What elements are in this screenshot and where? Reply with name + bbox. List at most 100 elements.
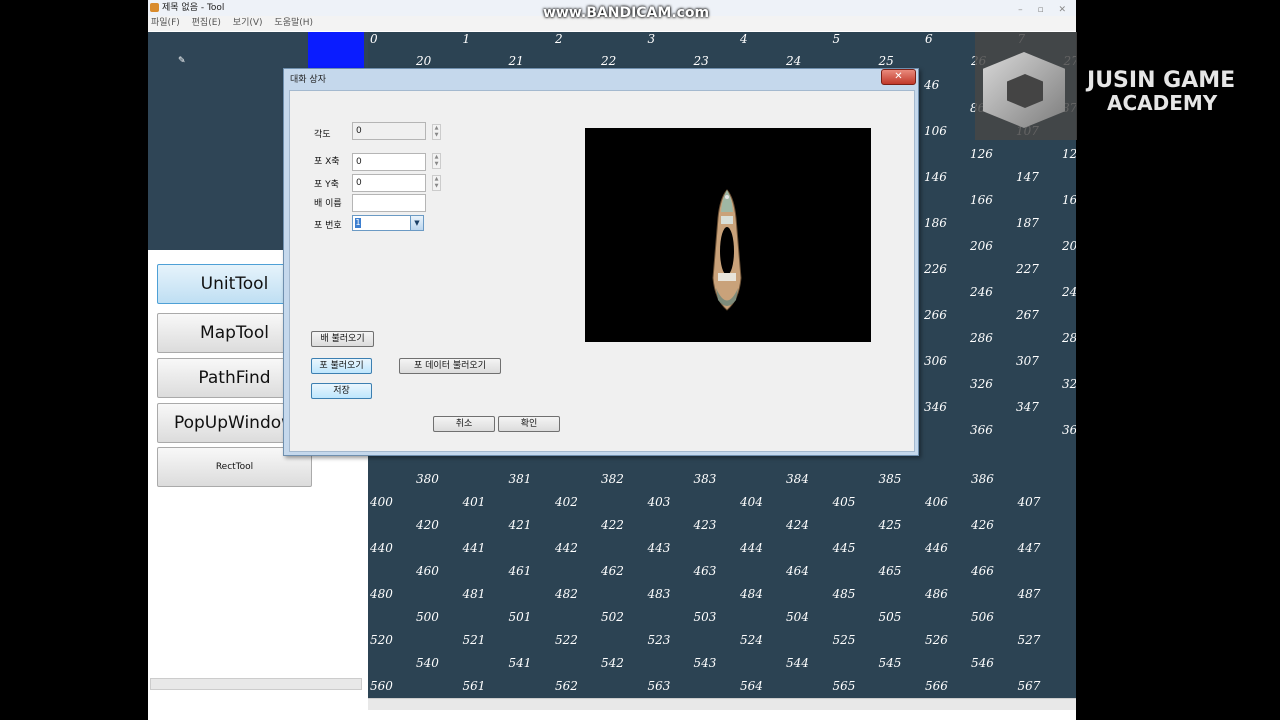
pos-x-spinner[interactable]: ▲ ▼ bbox=[432, 153, 441, 169]
tile-number: 405 bbox=[832, 495, 856, 509]
minimap-viewport[interactable] bbox=[308, 32, 364, 70]
tile-number: 422 bbox=[601, 518, 624, 532]
tile-number: 385 bbox=[878, 472, 902, 486]
tile-number: 327 bbox=[1062, 377, 1076, 391]
tile-number: 402 bbox=[555, 495, 578, 509]
tile-number: 440 bbox=[370, 541, 393, 555]
tile-number: 286 bbox=[970, 331, 993, 345]
app-icon bbox=[150, 3, 159, 12]
tile-number: 480 bbox=[370, 587, 393, 601]
tile-number: 565 bbox=[832, 679, 856, 693]
status-strip bbox=[148, 710, 1076, 720]
tile-number: 460 bbox=[416, 564, 439, 578]
tile-number: 561 bbox=[462, 679, 486, 693]
tile-number: 46 bbox=[924, 78, 940, 92]
tile-number: 0 bbox=[370, 32, 378, 46]
pos-y-field[interactable]: 0 bbox=[352, 174, 426, 192]
menu-edit[interactable]: 편집(E) bbox=[192, 18, 221, 28]
tile-number: 546 bbox=[971, 656, 994, 670]
tile-number: 564 bbox=[740, 679, 763, 693]
tile-number: 206 bbox=[970, 239, 993, 253]
tile-number: 544 bbox=[786, 656, 809, 670]
ship-name-label: 배 이름 bbox=[314, 199, 342, 209]
tile-number: 566 bbox=[925, 679, 948, 693]
cannon-no-label: 포 번호 bbox=[314, 221, 342, 231]
cancel-button[interactable]: 취소 bbox=[433, 416, 495, 432]
tile-number: 24 bbox=[786, 54, 802, 68]
tile-number: 25 bbox=[878, 54, 894, 68]
menu-file[interactable]: 파일(F) bbox=[151, 18, 180, 28]
load-ship-button[interactable]: 배 불러오기 bbox=[311, 331, 374, 347]
tile-number: 383 bbox=[693, 472, 717, 486]
dialog-client-area: 각도 0 ▲ ▼ 포 X축 0 ▲ ▼ 포 Y축 0 ▲ ▼ 배 이름 포 번호 1 … bbox=[289, 90, 915, 452]
tile-number: 503 bbox=[693, 610, 717, 624]
tile-number: 540 bbox=[416, 656, 439, 670]
tile-number: 147 bbox=[1016, 170, 1039, 184]
tile-number: 426 bbox=[971, 518, 994, 532]
tile-number: 106 bbox=[924, 124, 947, 138]
ship-name-field[interactable] bbox=[352, 194, 426, 212]
load-cannon-button[interactable]: 포 불러오기 bbox=[311, 358, 372, 374]
tile-number: 4 bbox=[740, 32, 748, 46]
tile-number: 562 bbox=[555, 679, 578, 693]
tile-number: 525 bbox=[832, 633, 856, 647]
menu-view[interactable]: 보기(V) bbox=[233, 18, 263, 28]
angle-field[interactable]: 0 bbox=[352, 122, 426, 140]
tile-number: 524 bbox=[740, 633, 763, 647]
academy-subtitle: ACADEMY bbox=[1107, 91, 1218, 115]
load-cannon-data-button[interactable]: 포 데이터 불러오기 bbox=[399, 358, 501, 374]
tile-number: 500 bbox=[416, 610, 439, 624]
cannon-no-value: 1 bbox=[355, 218, 361, 228]
battleship-sprite-icon bbox=[712, 189, 742, 311]
tile-number: 482 bbox=[555, 587, 578, 601]
menu-help[interactable]: 도움말(H) bbox=[274, 18, 313, 28]
angle-label: 각도 bbox=[314, 130, 331, 140]
tile-number: 563 bbox=[647, 679, 671, 693]
tile-number: 400 bbox=[370, 495, 393, 509]
tile-number: 504 bbox=[786, 610, 809, 624]
tile-number: 466 bbox=[971, 564, 994, 578]
tile-number: 541 bbox=[508, 656, 532, 670]
tile-number: 463 bbox=[693, 564, 717, 578]
tile-number: 126 bbox=[970, 147, 993, 161]
tile-number: 20 bbox=[416, 54, 432, 68]
tile-number: 2 bbox=[555, 32, 563, 46]
tile-number: 420 bbox=[416, 518, 439, 532]
tile-number: 441 bbox=[462, 541, 486, 555]
dialog-close-button[interactable]: ✕ bbox=[881, 69, 916, 85]
tile-number: 446 bbox=[925, 541, 948, 555]
tile-number: 386 bbox=[971, 472, 994, 486]
pos-x-field[interactable]: 0 bbox=[352, 153, 426, 171]
tile-number: 366 bbox=[970, 423, 993, 437]
tile-number: 23 bbox=[693, 54, 709, 68]
tile-number: 523 bbox=[647, 633, 671, 647]
tile-number: 267 bbox=[1016, 308, 1039, 322]
ship-preview-canvas bbox=[585, 128, 871, 342]
tile-number: 485 bbox=[832, 587, 856, 601]
tile-number: 407 bbox=[1017, 495, 1041, 509]
cannon-no-dropdown[interactable]: 1 ▼ bbox=[352, 215, 424, 231]
tile-number: 443 bbox=[647, 541, 671, 555]
tile-number: 424 bbox=[786, 518, 809, 532]
tile-number: 347 bbox=[1016, 400, 1039, 414]
tile-number: 506 bbox=[971, 610, 994, 624]
ok-button[interactable]: 확인 bbox=[498, 416, 560, 432]
tile-number: 246 bbox=[970, 285, 993, 299]
tile-number: 266 bbox=[924, 308, 947, 322]
tile-number: 382 bbox=[601, 472, 624, 486]
left-horizontal-scrollbar[interactable] bbox=[150, 678, 362, 690]
tile-number: 545 bbox=[878, 656, 902, 670]
chevron-down-icon[interactable]: ▼ bbox=[410, 216, 423, 230]
tile-number: 505 bbox=[878, 610, 902, 624]
save-button[interactable]: 저장 bbox=[311, 383, 372, 399]
tile-number: 187 bbox=[1016, 216, 1039, 230]
angle-spinner[interactable]: ▲ ▼ bbox=[432, 124, 441, 140]
tile-number: 186 bbox=[924, 216, 947, 230]
tile-number: 527 bbox=[1017, 633, 1041, 647]
tile-number: 425 bbox=[878, 518, 902, 532]
pos-y-spinner[interactable]: ▲ ▼ bbox=[432, 175, 441, 191]
tile-number: 486 bbox=[925, 587, 948, 601]
tile-number: 6 bbox=[925, 32, 933, 46]
tile-number: 487 bbox=[1017, 587, 1041, 601]
tile-number: 462 bbox=[601, 564, 624, 578]
